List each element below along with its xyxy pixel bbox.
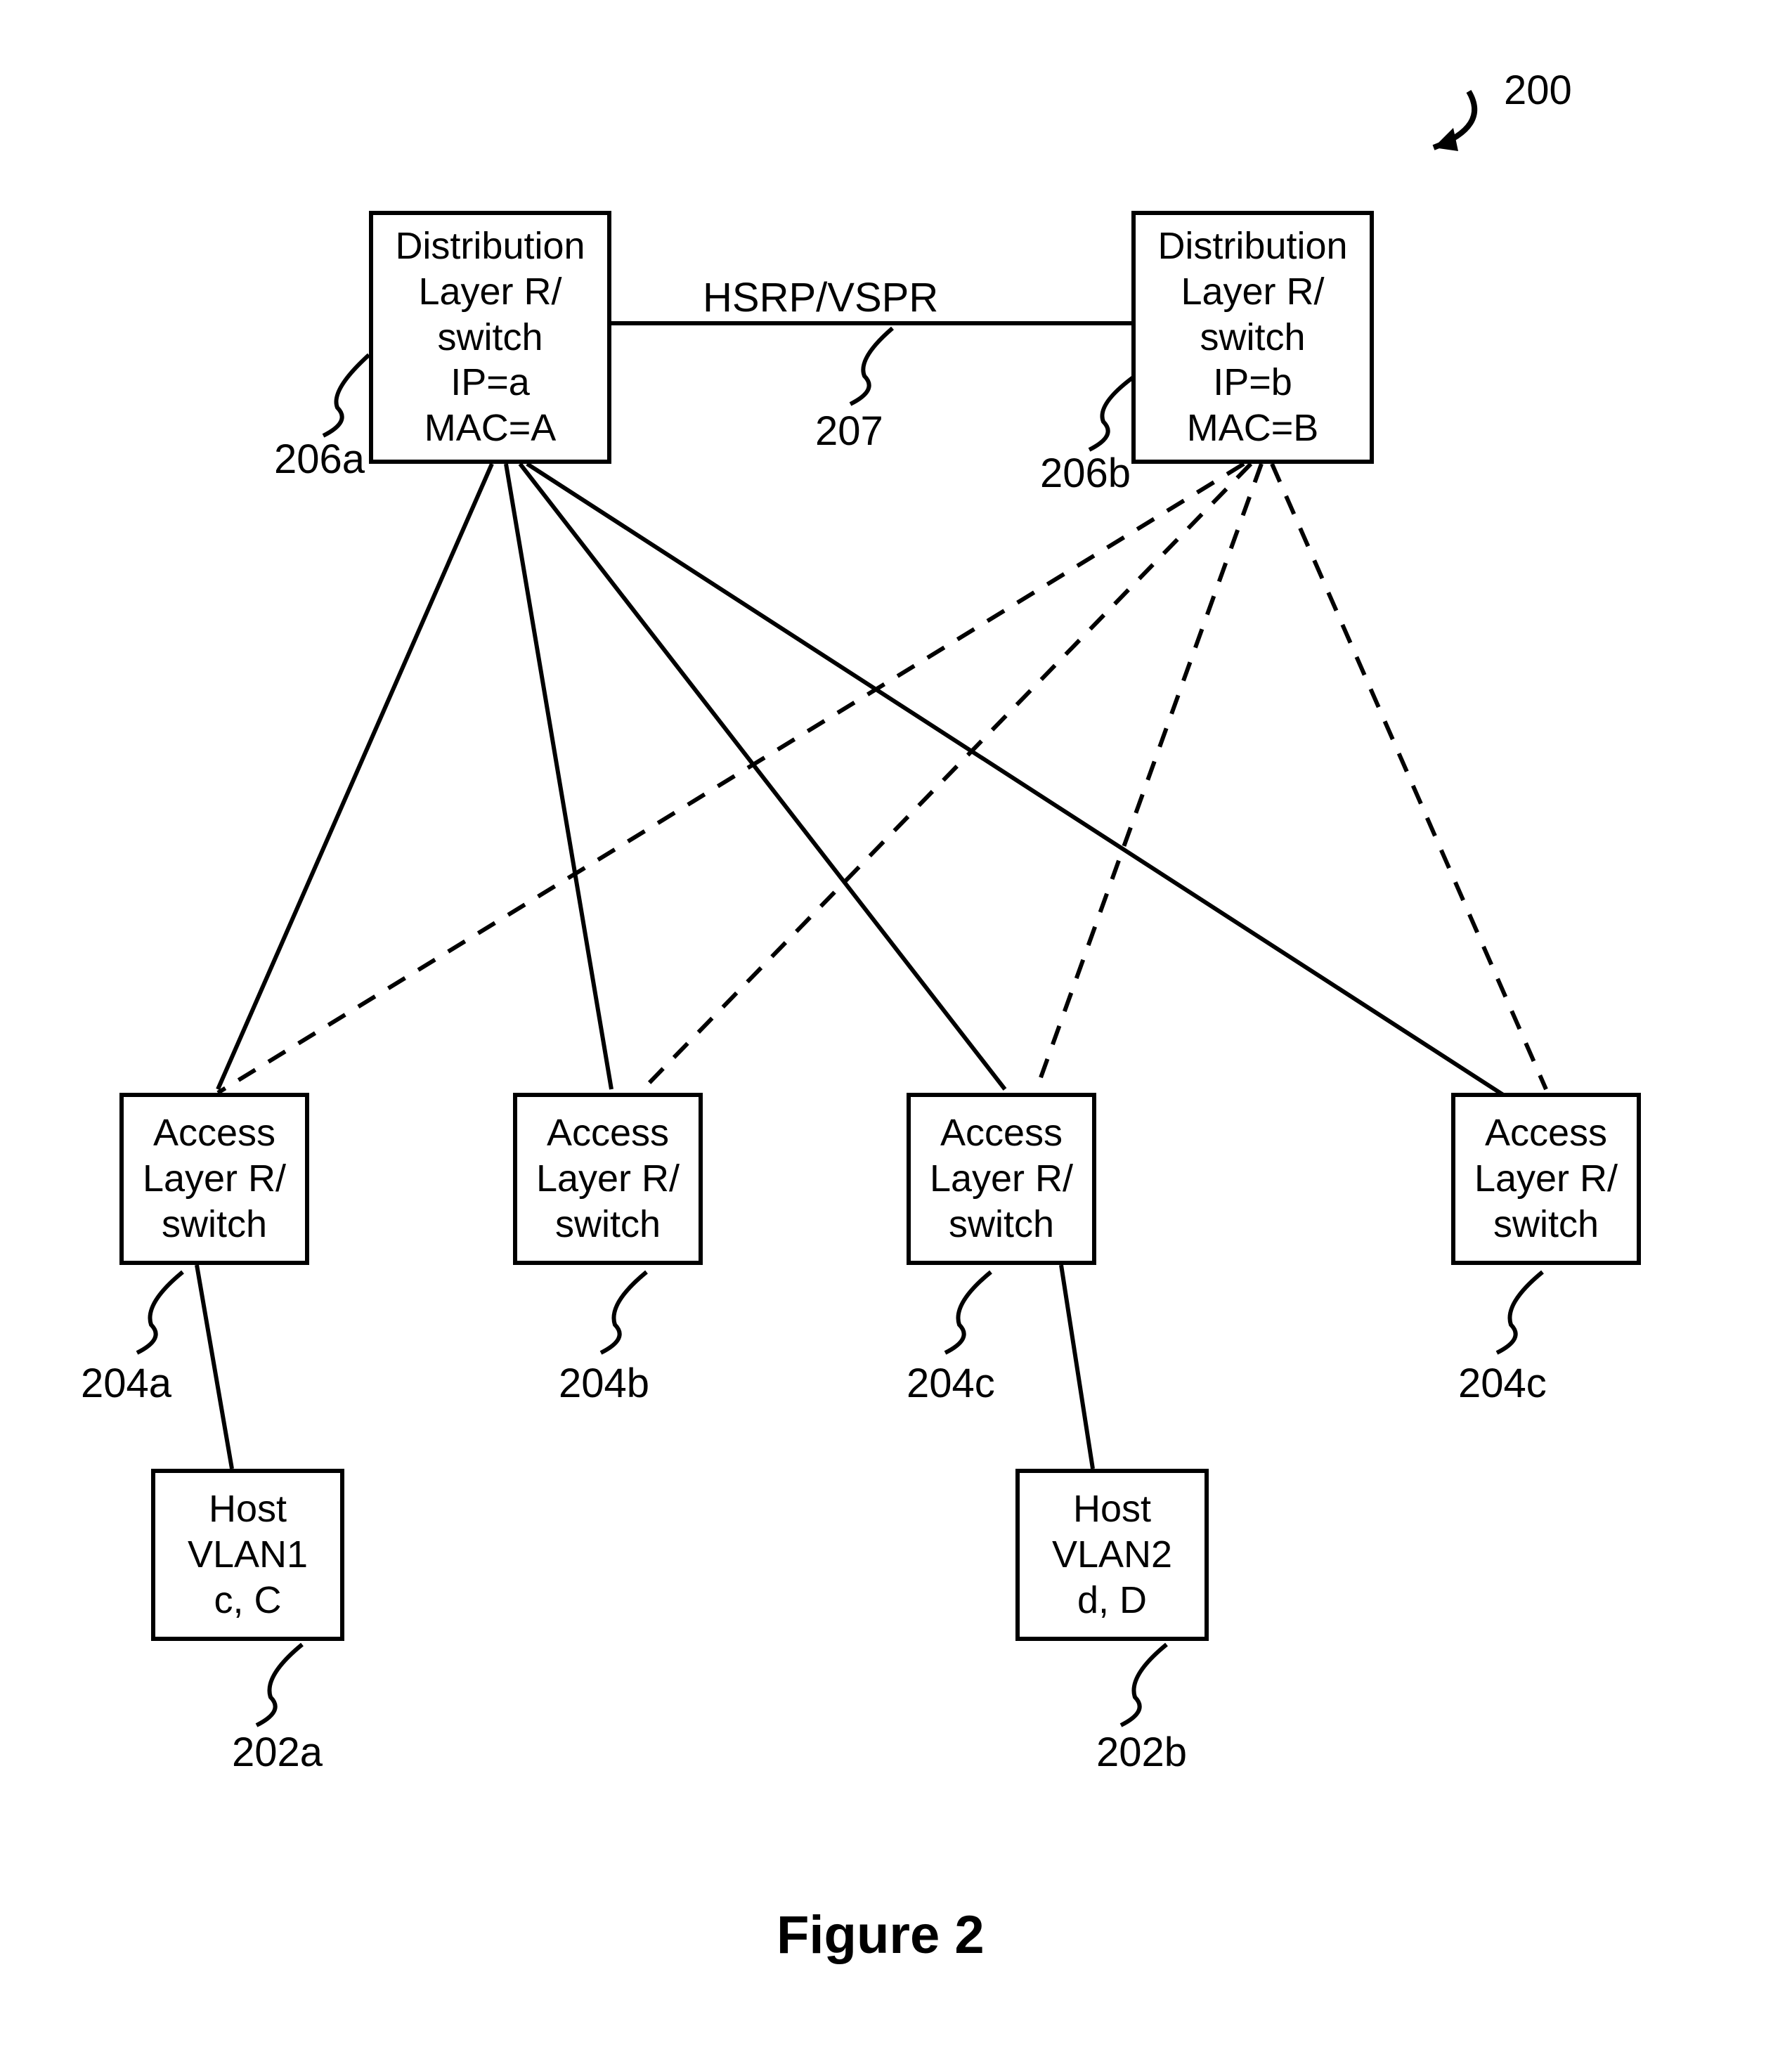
link-label-hsrp-vspr: HSRP/VSPR xyxy=(703,274,938,321)
node-text: Access xyxy=(153,1110,275,1156)
callout-204a: 204a xyxy=(81,1360,171,1407)
node-text: VLAN1 xyxy=(188,1532,308,1578)
edge-access1-host1 xyxy=(197,1265,232,1469)
node-text: MAC=B xyxy=(1187,405,1319,451)
node-distribution-a: Distribution Layer R/ switch IP=a MAC=A xyxy=(369,211,611,464)
node-text: Access xyxy=(1485,1110,1607,1156)
node-text: c, C xyxy=(214,1578,281,1623)
node-text: switch xyxy=(162,1202,267,1247)
node-text: Access xyxy=(547,1110,669,1156)
node-text: Layer R/ xyxy=(536,1156,680,1202)
node-text: Layer R/ xyxy=(143,1156,286,1202)
node-access-1: Access Layer R/ switch xyxy=(119,1093,309,1265)
callout-204c2: 204c xyxy=(1458,1360,1547,1407)
node-text: Layer R/ xyxy=(1474,1156,1618,1202)
edge-distB-access2 xyxy=(643,464,1251,1089)
node-text: Access xyxy=(940,1110,1063,1156)
node-text: Host xyxy=(1073,1486,1151,1532)
node-host-2: Host VLAN2 d, D xyxy=(1015,1469,1209,1641)
callout-204b: 204b xyxy=(559,1360,649,1407)
callout-curve-204b xyxy=(601,1272,647,1353)
node-access-4: Access Layer R/ switch xyxy=(1451,1093,1641,1265)
callout-206a: 206a xyxy=(274,436,365,483)
node-text: MAC=A xyxy=(424,405,557,451)
node-access-2: Access Layer R/ switch xyxy=(513,1093,703,1265)
node-host-1: Host VLAN1 c, C xyxy=(151,1469,344,1641)
edge-distB-access4 xyxy=(1272,464,1546,1089)
node-text: IP=a xyxy=(450,360,530,405)
node-text: VLAN2 xyxy=(1052,1532,1172,1578)
node-text: switch xyxy=(1200,315,1305,361)
edge-distB-access1 xyxy=(218,464,1244,1093)
callout-207: 207 xyxy=(815,408,883,455)
callout-curve-206a xyxy=(323,355,369,436)
figure-ref-label: 200 xyxy=(1504,67,1572,114)
callout-curve-202b xyxy=(1121,1644,1167,1725)
node-text: Distribution xyxy=(1157,223,1347,269)
figure-caption: Figure 2 xyxy=(777,1904,985,1966)
node-text: Distribution xyxy=(395,223,585,269)
node-text: switch xyxy=(437,315,543,361)
node-distribution-b: Distribution Layer R/ switch IP=b MAC=B xyxy=(1131,211,1374,464)
node-text: switch xyxy=(1493,1202,1599,1247)
edge-distB-access3 xyxy=(1037,464,1261,1089)
node-text: Layer R/ xyxy=(1181,269,1324,315)
edge-distA-access3 xyxy=(520,464,1005,1089)
edge-distA-access1 xyxy=(218,464,492,1089)
figure-ref-arrow xyxy=(1434,91,1474,151)
edge-access3-host2 xyxy=(1061,1265,1093,1469)
node-text: Host xyxy=(209,1486,287,1532)
node-text: d, D xyxy=(1077,1578,1147,1623)
callout-204c: 204c xyxy=(907,1360,995,1407)
callout-curve-202a xyxy=(257,1644,302,1725)
callout-curve-204c2 xyxy=(1497,1272,1543,1353)
callout-202a: 202a xyxy=(232,1729,323,1776)
callout-curve-207 xyxy=(850,328,892,404)
node-text: Layer R/ xyxy=(418,269,561,315)
node-text: switch xyxy=(949,1202,1054,1247)
callout-202b: 202b xyxy=(1096,1729,1187,1776)
callout-curve-206b xyxy=(1089,376,1135,450)
edge-distA-access2 xyxy=(506,464,611,1089)
node-text: switch xyxy=(555,1202,661,1247)
callout-curve-204c xyxy=(945,1272,991,1353)
callout-curve-204a xyxy=(137,1272,183,1353)
callout-206b: 206b xyxy=(1040,450,1131,497)
node-text: Layer R/ xyxy=(930,1156,1073,1202)
edge-distA-access4 xyxy=(527,464,1511,1100)
node-text: IP=b xyxy=(1213,360,1292,405)
node-access-3: Access Layer R/ switch xyxy=(907,1093,1096,1265)
